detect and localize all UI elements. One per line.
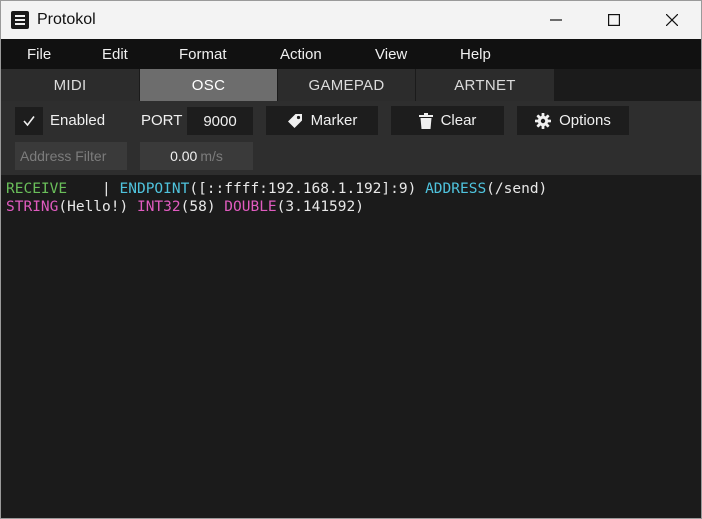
speed-value: 0.00	[170, 148, 198, 164]
window-title: Protokol	[37, 11, 96, 28]
menu-bar: File Edit Format Action View Help	[1, 39, 701, 69]
options-button[interactable]: Options	[517, 106, 629, 135]
trash-icon	[418, 112, 433, 129]
clear-label: Clear	[440, 112, 477, 129]
marker-button[interactable]: Marker	[266, 106, 378, 135]
close-icon	[666, 14, 678, 26]
log-line: STRING(Hello!) INT32(58) DOUBLE(3.141592…	[6, 198, 701, 216]
close-button[interactable]	[643, 1, 701, 39]
gear-icon	[535, 112, 552, 129]
log-double-key: DOUBLE	[224, 199, 277, 215]
log-address-value: (/send)	[486, 181, 548, 197]
log-endpoint-value: ([::ffff:192.168.1.192]:9)	[189, 181, 417, 197]
speed-unit: m/s	[200, 148, 223, 164]
menu-format[interactable]: Format	[179, 46, 227, 63]
maximize-icon	[608, 14, 620, 26]
minimize-button[interactable]	[527, 1, 585, 39]
enabled-label[interactable]: Enabled	[50, 112, 105, 129]
tab-gamepad[interactable]: GAMEPAD	[278, 69, 416, 101]
marker-label: Marker	[310, 112, 358, 129]
menu-file[interactable]: File	[27, 46, 51, 63]
port-input[interactable]: 9000	[187, 107, 253, 135]
title-bar[interactable]: Protokol	[1, 1, 701, 39]
app-window: Protokol File Edit Format Action View He…	[0, 0, 702, 519]
tab-osc[interactable]: OSC	[140, 69, 278, 101]
menu-help[interactable]: Help	[460, 46, 491, 63]
log-direction: RECEIVE	[6, 181, 68, 197]
log-int-key: INT32	[136, 199, 181, 215]
clear-button[interactable]: Clear	[391, 106, 504, 135]
enabled-checkbox[interactable]	[15, 107, 43, 135]
hamburger-app-icon[interactable]	[11, 11, 29, 29]
menu-action[interactable]: Action	[280, 46, 322, 63]
speed-readout: 0.00 m/s	[140, 142, 253, 170]
log-double-value: (3.141592)	[276, 199, 364, 215]
options-label: Options	[559, 112, 611, 129]
minimize-icon	[550, 19, 562, 21]
menu-edit[interactable]: Edit	[102, 46, 128, 63]
osc-toolbar: Enabled PORT 9000 Marker Clear Options A…	[1, 101, 701, 175]
maximize-button[interactable]	[585, 1, 643, 39]
protocol-tabs: MIDI OSC GAMEPAD ARTNET	[1, 69, 701, 101]
log-address-key: ADDRESS	[425, 181, 487, 197]
log-string-value: (Hello!)	[58, 199, 129, 215]
tab-artnet[interactable]: ARTNET	[416, 69, 555, 101]
log-line: RECEIVE | ENDPOINT([::ffff:192.168.1.192…	[6, 180, 701, 198]
checkmark-icon	[23, 116, 35, 127]
message-log[interactable]: RECEIVE | ENDPOINT([::ffff:192.168.1.192…	[1, 175, 701, 518]
address-filter-input[interactable]	[15, 142, 127, 170]
menu-view[interactable]: View	[375, 46, 407, 63]
log-endpoint-key: ENDPOINT	[119, 181, 190, 197]
log-separator: |	[67, 181, 120, 197]
log-int-value: (58)	[180, 199, 216, 215]
port-label: PORT	[141, 112, 183, 129]
log-string-key: STRING	[6, 199, 59, 215]
tab-midi[interactable]: MIDI	[1, 69, 140, 101]
tag-icon	[287, 113, 302, 128]
